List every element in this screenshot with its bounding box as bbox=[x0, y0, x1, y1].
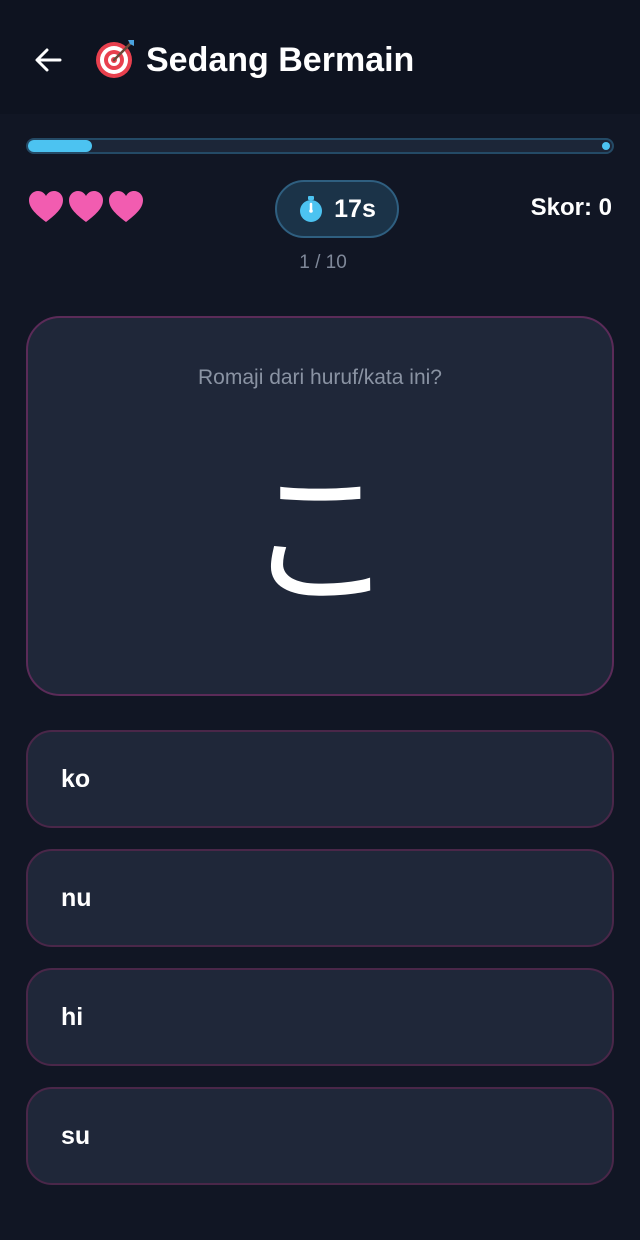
score-label: Skor: 0 bbox=[530, 194, 612, 221]
arrow-left-icon bbox=[35, 48, 62, 72]
answer-option-label: nu bbox=[61, 883, 92, 912]
answer-option-2[interactable]: nu bbox=[26, 849, 614, 947]
answer-option-label: su bbox=[61, 1121, 91, 1150]
question-character: こ bbox=[244, 454, 395, 628]
timer-badge: 17s bbox=[275, 180, 399, 238]
heart-icon bbox=[109, 191, 143, 222]
heart-icon bbox=[69, 191, 103, 222]
answer-option-1[interactable]: ko bbox=[26, 730, 614, 828]
stopwatch-icon bbox=[300, 196, 323, 222]
progress-end-dot bbox=[602, 142, 610, 150]
lives-indicator bbox=[28, 190, 144, 224]
question-counter: 1 / 10 bbox=[299, 252, 347, 273]
app-header: Sedang Bermain bbox=[0, 0, 640, 114]
progress-bar bbox=[26, 138, 614, 154]
question-card: Romaji dari huruf/kata ini? こ bbox=[26, 316, 614, 696]
heart-icon bbox=[29, 191, 63, 222]
question-prompt: Romaji dari huruf/kata ini? bbox=[198, 366, 442, 389]
answer-option-label: ko bbox=[61, 764, 91, 793]
quiz-screen: Sedang Bermain 17s Skor: 0 1 / 10 Romaji… bbox=[0, 0, 640, 1240]
target-icon bbox=[96, 40, 134, 78]
answer-option-4[interactable]: su bbox=[26, 1087, 614, 1185]
progress-bar-fill bbox=[28, 140, 92, 152]
back-button[interactable] bbox=[26, 38, 70, 82]
answer-option-label: hi bbox=[61, 1002, 84, 1031]
answer-option-3[interactable]: hi bbox=[26, 968, 614, 1066]
timer-value: 17s bbox=[334, 194, 376, 223]
page-title: Sedang Bermain bbox=[146, 41, 415, 79]
